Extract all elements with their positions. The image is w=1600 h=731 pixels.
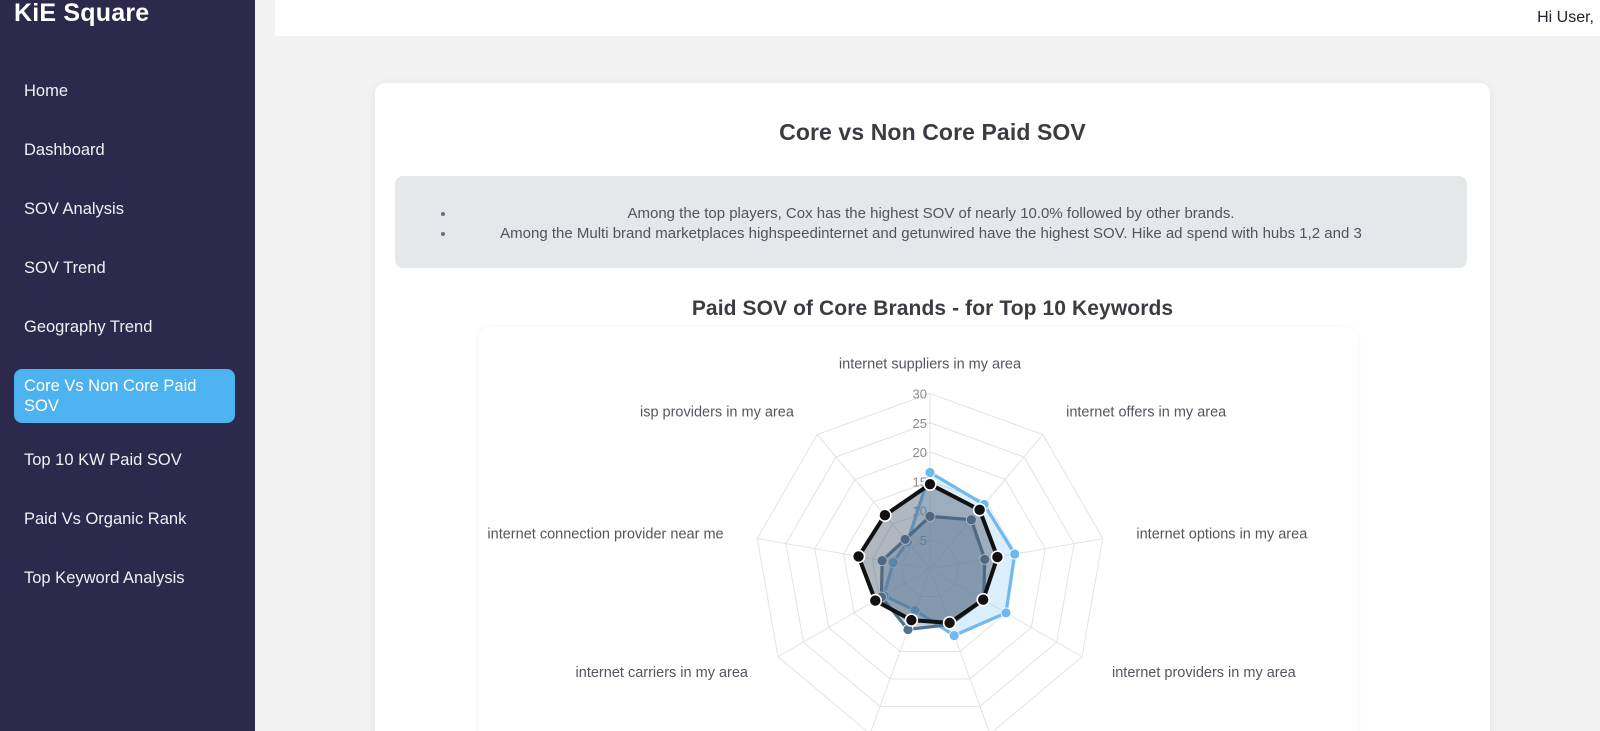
top-header: Hi User, [275,0,1600,36]
sidebar-item-paid-vs-organic-rank[interactable]: Paid Vs Organic Rank [0,502,235,536]
brand-logo: KiE Square [14,0,150,27]
radar-axis-label: internet suppliers in my area [839,357,1022,373]
radar-data-point[interactable] [923,477,937,491]
sidebar-item-sov-analysis[interactable]: SOV Analysis [0,192,235,226]
radar-data-point[interactable] [942,616,957,630]
radar-data-point[interactable] [1000,607,1012,619]
radar-axis-label: internet carriers in my area [576,665,749,681]
radial-tick-label: 30 [913,387,927,402]
insight-item: Among the Multi brand marketplaces highs… [395,224,1467,244]
radar-data-point[interactable] [1009,548,1021,560]
app-root: KiE Square Home Dashboard SOV Analysis SOV … [0,0,1600,731]
insights-list: Among the top players, Cox has the highe… [395,204,1467,244]
radar-data-point[interactable] [976,592,991,607]
radar-axis-label: isp providers in my area [640,405,795,421]
content-card: Core vs Non Core Paid SOV Among the top … [375,83,1490,731]
radar-data-point[interactable] [851,549,866,564]
sidebar-item-dashboard[interactable]: Dashboard [0,133,235,167]
insights-box: Among the top players, Cox has the highe… [395,176,1467,268]
radar-data-point[interactable] [972,503,987,517]
radar-chart-panel[interactable]: 51015202530internet suppliers in my area… [479,327,1357,731]
sidebar-item-sov-trend[interactable]: SOV Trend [0,251,235,285]
radial-tick-label: 25 [913,416,927,431]
sidebar-item-core-vs-non-core-paid-sov[interactable]: Core Vs Non Core Paid SOV [14,369,235,423]
radar-data-point[interactable] [990,550,1005,564]
radar-data-point[interactable] [904,613,919,627]
page-title: Core vs Non Core Paid SOV [779,119,1086,145]
sidebar: KiE Square Home Dashboard SOV Analysis SOV … [0,0,255,731]
radar-data-point[interactable] [878,508,892,523]
radar-chart-svg[interactable]: 51015202530internet suppliers in my area… [479,327,1357,731]
radar-data-point[interactable] [948,630,960,641]
radar-axis-label: internet providers in my area [1112,665,1297,681]
sidebar-nav: Home Dashboard SOV Analysis SOV Trend Geogra… [0,74,255,595]
radar-axis-label: internet connection provider near me [487,526,723,542]
sidebar-item-geography-trend[interactable]: Geography Trend [0,310,235,344]
radar-data-point[interactable] [924,467,936,478]
sidebar-item-top-keyword-analysis[interactable]: Top Keyword Analysis [0,561,235,595]
user-greeting: Hi User, [1537,9,1594,26]
radar-axis-label: internet offers in my area [1066,405,1227,421]
chart-title: Paid SOV of Core Brands - for Top 10 Key… [691,297,1174,320]
radar-data-point[interactable] [868,593,883,608]
radial-tick-label: 20 [913,445,927,460]
sidebar-item-home[interactable]: Home [0,74,235,108]
radar-axis-label: internet options in my area [1136,526,1308,542]
sidebar-item-top-10-kw-paid-sov[interactable]: Top 10 KW Paid SOV [0,443,235,477]
insight-item: Among the top players, Cox has the highe… [395,204,1467,224]
